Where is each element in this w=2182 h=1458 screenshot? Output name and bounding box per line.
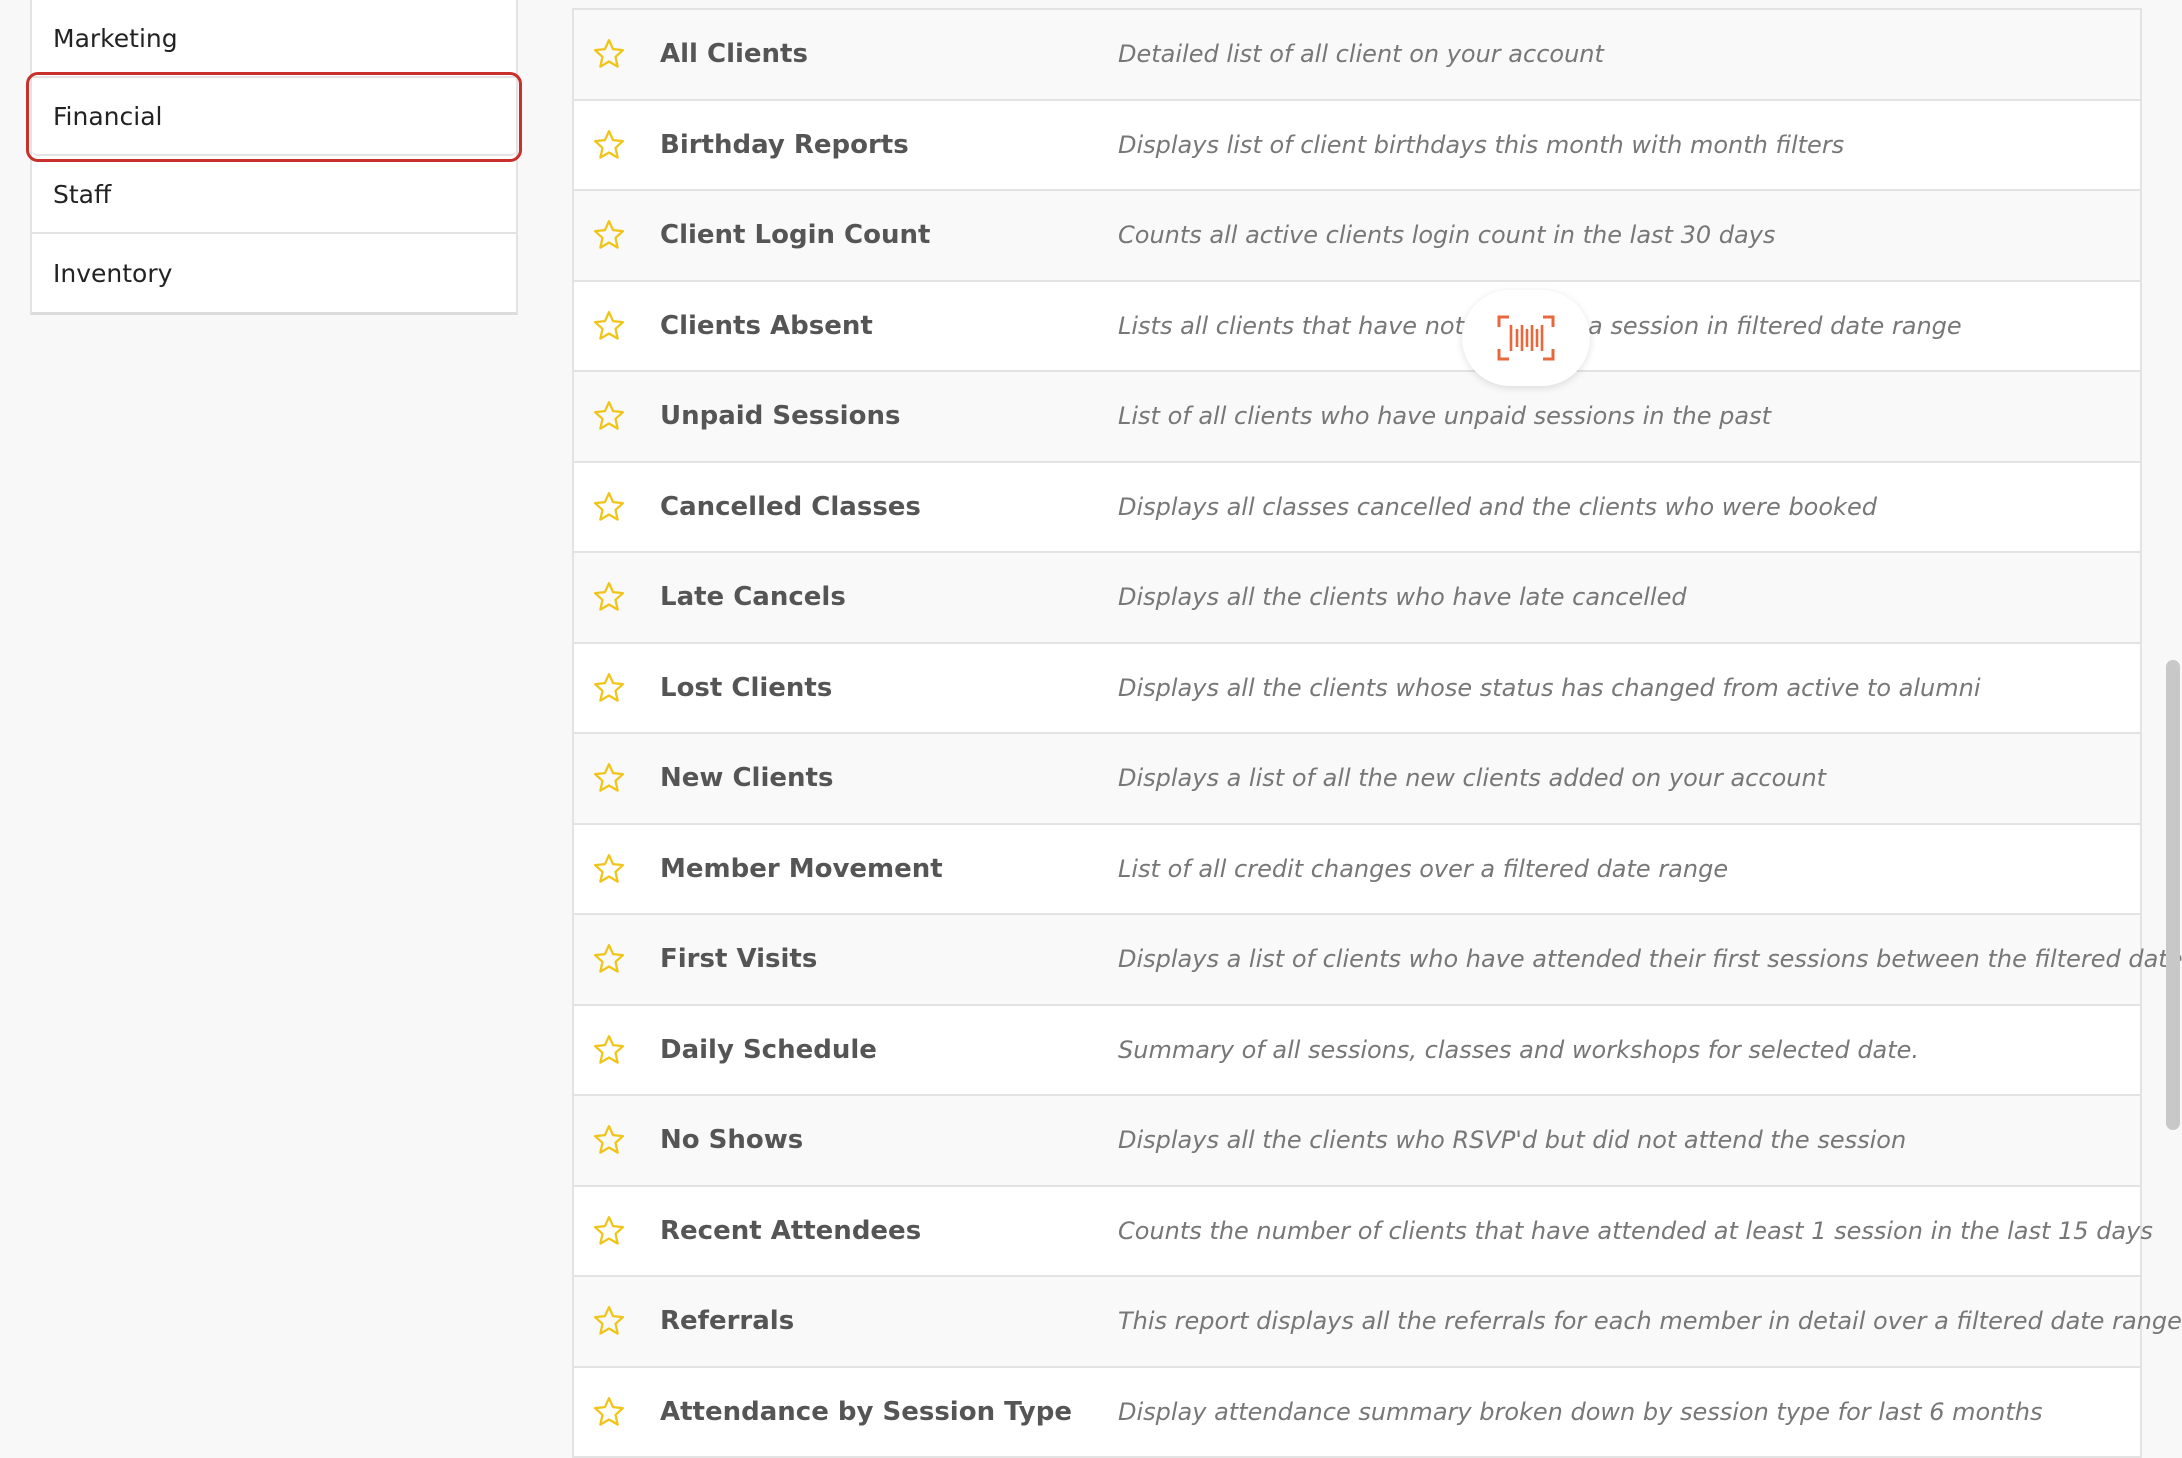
report-description: Displays all the clients who RSVP'd but …	[1118, 1126, 1906, 1154]
barcode-scan-icon	[1497, 315, 1555, 361]
report-row: First Visits Displays a list of clients …	[574, 915, 2140, 1006]
star-outline-icon[interactable]	[592, 1395, 626, 1429]
sidebar-item-label: Staff	[53, 180, 111, 209]
report-category-sidebar: Marketing Financial Staff Inventory	[30, 0, 518, 315]
sidebar-item-financial[interactable]: Financial	[32, 78, 516, 156]
star-outline-icon[interactable]	[592, 942, 626, 976]
star-outline-icon[interactable]	[592, 852, 626, 886]
report-name-link[interactable]: Referrals	[660, 1306, 794, 1336]
report-row: Recent Attendees Counts the number of cl…	[574, 1187, 2140, 1278]
report-row: Clients Absent Lists all clients that ha…	[574, 282, 2140, 373]
report-description: List of all clients who have unpaid sess…	[1118, 402, 1771, 430]
sidebar-item-label: Marketing	[53, 24, 178, 53]
report-name-link[interactable]: Lost Clients	[660, 673, 832, 703]
report-description: Displays a list of all the new clients a…	[1118, 764, 1826, 792]
star-outline-icon[interactable]	[592, 218, 626, 252]
star-outline-icon[interactable]	[592, 761, 626, 795]
report-name-link[interactable]: Recent Attendees	[660, 1216, 921, 1246]
report-description: Displays a list of clients who have atte…	[1118, 945, 2182, 973]
report-name-link[interactable]: New Clients	[660, 763, 833, 793]
report-row: Daily Schedule Summary of all sessions, …	[574, 1006, 2140, 1097]
star-outline-icon[interactable]	[592, 1123, 626, 1157]
report-row: Late Cancels Displays all the clients wh…	[574, 553, 2140, 644]
report-name-link[interactable]: Unpaid Sessions	[660, 401, 900, 431]
report-name-link[interactable]: Late Cancels	[660, 582, 846, 612]
star-outline-icon[interactable]	[592, 399, 626, 433]
star-outline-icon[interactable]	[592, 1214, 626, 1248]
report-row: Unpaid Sessions List of all clients who …	[574, 372, 2140, 463]
star-outline-icon[interactable]	[592, 580, 626, 614]
star-outline-icon[interactable]	[592, 490, 626, 524]
report-row: Referrals This report displays all the r…	[574, 1277, 2140, 1368]
report-name-link[interactable]: First Visits	[660, 944, 817, 974]
report-description: Counts the number of clients that have a…	[1118, 1217, 2153, 1245]
report-row: Cancelled Classes Displays all classes c…	[574, 463, 2140, 554]
report-description: Displays all the clients whose status ha…	[1118, 674, 1981, 702]
reports-list: All Clients Detailed list of all client …	[572, 8, 2142, 1458]
star-outline-icon[interactable]	[592, 1304, 626, 1338]
report-row: Client Login Count Counts all active cli…	[574, 191, 2140, 282]
sidebar-item-label: Financial	[53, 102, 162, 131]
barcode-scan-button[interactable]	[1462, 290, 1590, 386]
sidebar-item-label: Inventory	[53, 259, 172, 288]
report-name-link[interactable]: Birthday Reports	[660, 130, 909, 160]
star-outline-icon[interactable]	[592, 1033, 626, 1067]
star-outline-icon[interactable]	[592, 37, 626, 71]
star-outline-icon[interactable]	[592, 671, 626, 705]
page-scrollbar[interactable]	[2166, 660, 2180, 1130]
report-row: New Clients Displays a list of all the n…	[574, 734, 2140, 825]
star-outline-icon[interactable]	[592, 128, 626, 162]
report-name-link[interactable]: Attendance by Session Type	[660, 1397, 1072, 1427]
report-description: Displays all classes cancelled and the c…	[1118, 493, 1877, 521]
report-row: Attendance by Session Type Display atten…	[574, 1368, 2140, 1458]
report-name-link[interactable]: All Clients	[660, 39, 808, 69]
report-description: Displays list of client birthdays this m…	[1118, 131, 1844, 159]
report-row: No Shows Displays all the clients who RS…	[574, 1096, 2140, 1187]
sidebar-item-marketing[interactable]: Marketing	[32, 0, 516, 78]
report-row: Member Movement List of all credit chang…	[574, 825, 2140, 916]
report-name-link[interactable]: Clients Absent	[660, 311, 873, 341]
report-row: All Clients Detailed list of all client …	[574, 10, 2140, 101]
report-description: This report displays all the referrals f…	[1118, 1307, 2182, 1335]
report-name-link[interactable]: Client Login Count	[660, 220, 930, 250]
report-description: Counts all active clients login count in…	[1118, 221, 1775, 249]
report-row: Birthday Reports Displays list of client…	[574, 101, 2140, 192]
report-name-link[interactable]: No Shows	[660, 1125, 803, 1155]
report-name-link[interactable]: Cancelled Classes	[660, 492, 921, 522]
sidebar-item-staff[interactable]: Staff	[32, 156, 516, 234]
report-name-link[interactable]: Member Movement	[660, 854, 943, 884]
report-description: Display attendance summary broken down b…	[1118, 1398, 2043, 1426]
report-name-link[interactable]: Daily Schedule	[660, 1035, 877, 1065]
report-description: List of all credit changes over a filter…	[1118, 855, 1728, 883]
report-description: Detailed list of all client on your acco…	[1118, 40, 1604, 68]
report-row: Lost Clients Displays all the clients wh…	[574, 644, 2140, 735]
report-description: Summary of all sessions, classes and wor…	[1118, 1036, 1919, 1064]
star-outline-icon[interactable]	[592, 309, 626, 343]
report-description: Displays all the clients who have late c…	[1118, 583, 1687, 611]
sidebar-item-inventory[interactable]: Inventory	[32, 234, 516, 312]
